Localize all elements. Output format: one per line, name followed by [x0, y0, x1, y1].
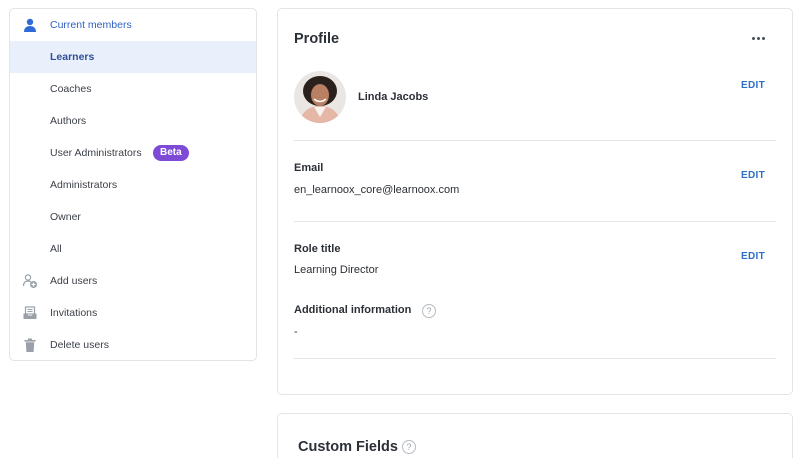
edit-role-button[interactable]: EDIT: [741, 251, 765, 262]
role-title-value: Learning Director: [294, 264, 379, 276]
email-label: Email: [294, 162, 324, 174]
sidebar-item-coaches[interactable]: Coaches: [10, 73, 256, 105]
divider: [294, 221, 776, 222]
sidebar-item-invitations[interactable]: Invitations: [10, 297, 256, 329]
sidebar-item-label: Invitations: [50, 307, 98, 319]
custom-fields-title: Custom Fields: [298, 439, 398, 455]
user-icon: [24, 18, 36, 32]
sidebar-item-label: User Administrators: [50, 147, 142, 159]
sidebar-item-user-administrators[interactable]: User Administrators Beta: [10, 137, 256, 169]
sidebar-item-all[interactable]: All: [10, 233, 256, 265]
sidebar-item-learners[interactable]: Learners: [10, 41, 256, 73]
sidebar-item-add-users[interactable]: Add users: [10, 265, 256, 297]
divider: [294, 140, 776, 141]
sidebar-item-label: Owner: [50, 211, 81, 223]
sidebar-item-label: Administrators: [50, 179, 118, 191]
sidebar-item-owner[interactable]: Owner: [10, 201, 256, 233]
sidebar-item-label: Coaches: [50, 83, 92, 95]
sidebar-item-delete-users[interactable]: Delete users: [10, 329, 256, 360]
dot-icon: [757, 36, 760, 40]
inbox-icon: [23, 306, 37, 319]
add-user-icon: [22, 274, 37, 288]
sidebar-item-authors[interactable]: Authors: [10, 105, 256, 137]
sidebar-item-label: Learners: [50, 51, 95, 63]
avatar: [294, 71, 346, 123]
beta-badge: Beta: [153, 145, 189, 161]
trash-icon: [24, 338, 36, 352]
sidebar-item-current-members[interactable]: Current members: [10, 9, 256, 41]
help-icon[interactable]: ?: [402, 440, 416, 454]
divider: [294, 358, 776, 359]
sidebar-item-label: All: [50, 243, 62, 255]
sidebar: Current members Learners Coaches Authors…: [9, 8, 257, 361]
avatar-image: [294, 71, 346, 123]
dot-icon: [762, 36, 765, 40]
profile-title: Profile: [294, 31, 340, 47]
profile-card: Profile Linda Jacobs EDIT Email en_learn…: [277, 8, 793, 395]
sidebar-item-label: Current members: [50, 19, 132, 31]
role-title-label: Role title: [294, 243, 341, 255]
sidebar-item-label: Add users: [50, 275, 98, 287]
more-options-button[interactable]: [752, 31, 770, 45]
sidebar-item-administrators[interactable]: Administrators: [10, 169, 256, 201]
custom-fields-card: Custom Fields ?: [277, 413, 793, 458]
additional-info-label: Additional information: [294, 304, 412, 316]
help-icon[interactable]: ?: [422, 304, 436, 318]
sidebar-item-label: Delete users: [50, 339, 109, 351]
user-name: Linda Jacobs: [358, 91, 429, 103]
edit-email-button[interactable]: EDIT: [741, 170, 765, 181]
additional-info-value: -: [294, 326, 298, 338]
sidebar-item-label: Authors: [50, 115, 87, 127]
edit-name-button[interactable]: EDIT: [741, 80, 765, 91]
email-value: en_learnoox_core@learnoox.com: [294, 184, 460, 196]
dot-icon: [752, 36, 755, 40]
